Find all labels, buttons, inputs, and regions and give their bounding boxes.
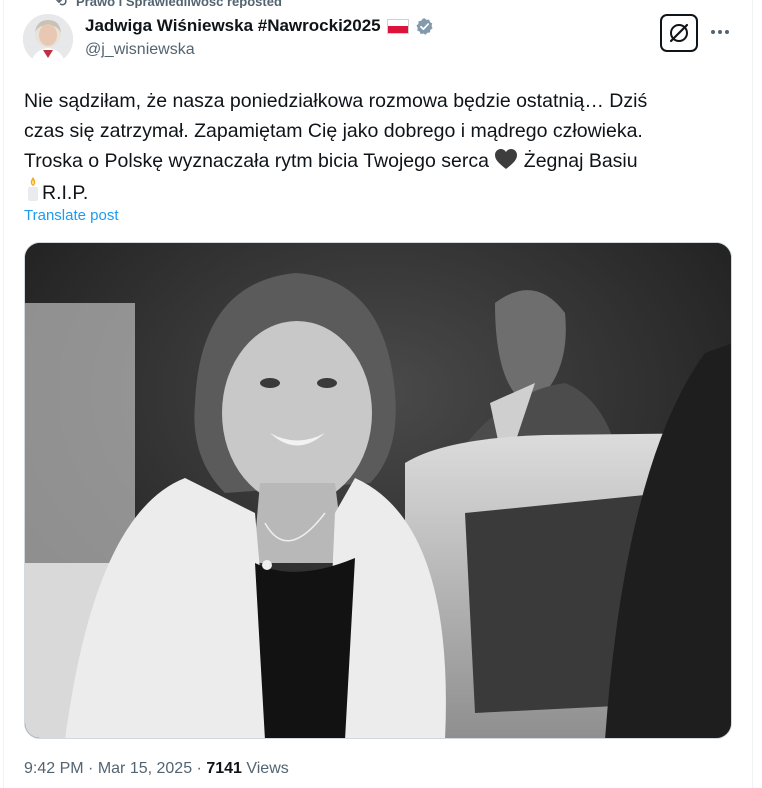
photo-image [25, 243, 731, 738]
repost-icon: ⟲ [56, 0, 67, 8]
meta-separator: · [192, 760, 207, 777]
views-count: 7141 [206, 760, 242, 777]
author-name-row: Jadwiga Wiśniewska #Nawrocki2025 [85, 16, 434, 36]
more-button[interactable] [706, 20, 734, 44]
tweet-line-2: czas się zatrzymał. Zapamiętam Cię jako … [24, 120, 643, 142]
more-icon [711, 30, 729, 34]
avatar[interactable] [23, 14, 73, 64]
avatar-image [23, 14, 73, 64]
poland-flag-icon [386, 18, 409, 34]
tweet-line-3-end: Żegnaj Basiu [523, 150, 638, 172]
repost-text: Prawo i Sprawiedliwość reposted [76, 0, 282, 8]
translate-post-link[interactable]: Translate post [24, 207, 119, 224]
author-handle[interactable]: @j_wisniewska [85, 41, 195, 59]
tweet-line-3: Troska o Polskę wyznaczała rytm bicia Tw… [24, 150, 489, 172]
meta-separator: · [83, 760, 98, 777]
tweet-text: Nie sądziłam, że nasza poniedziałkowa ro… [24, 86, 736, 208]
candle-icon [28, 177, 38, 201]
views-label: Views [241, 760, 289, 777]
grok-icon [669, 23, 689, 43]
author-display-name[interactable]: Jadwiga Wiśniewska #Nawrocki2025 [85, 16, 381, 36]
verified-badge-icon[interactable] [415, 17, 434, 36]
tweet-media-photo[interactable] [24, 242, 732, 739]
tweet-date[interactable]: Mar 15, 2025 [98, 760, 192, 777]
repost-indicator[interactable]: ⟲ Prawo i Sprawiedliwość reposted [56, 0, 282, 8]
tweet-line-1: Nie sądziłam, że nasza poniedziałkowa ro… [24, 90, 648, 112]
tweet-line-4: R.I.P. [42, 182, 89, 204]
tweet-meta: 9:42 PM · Mar 15, 2025 · 7141 Views [24, 760, 289, 778]
black-heart-icon [495, 149, 518, 169]
grok-button[interactable] [660, 14, 698, 52]
tweet-time[interactable]: 9:42 PM [24, 760, 84, 777]
